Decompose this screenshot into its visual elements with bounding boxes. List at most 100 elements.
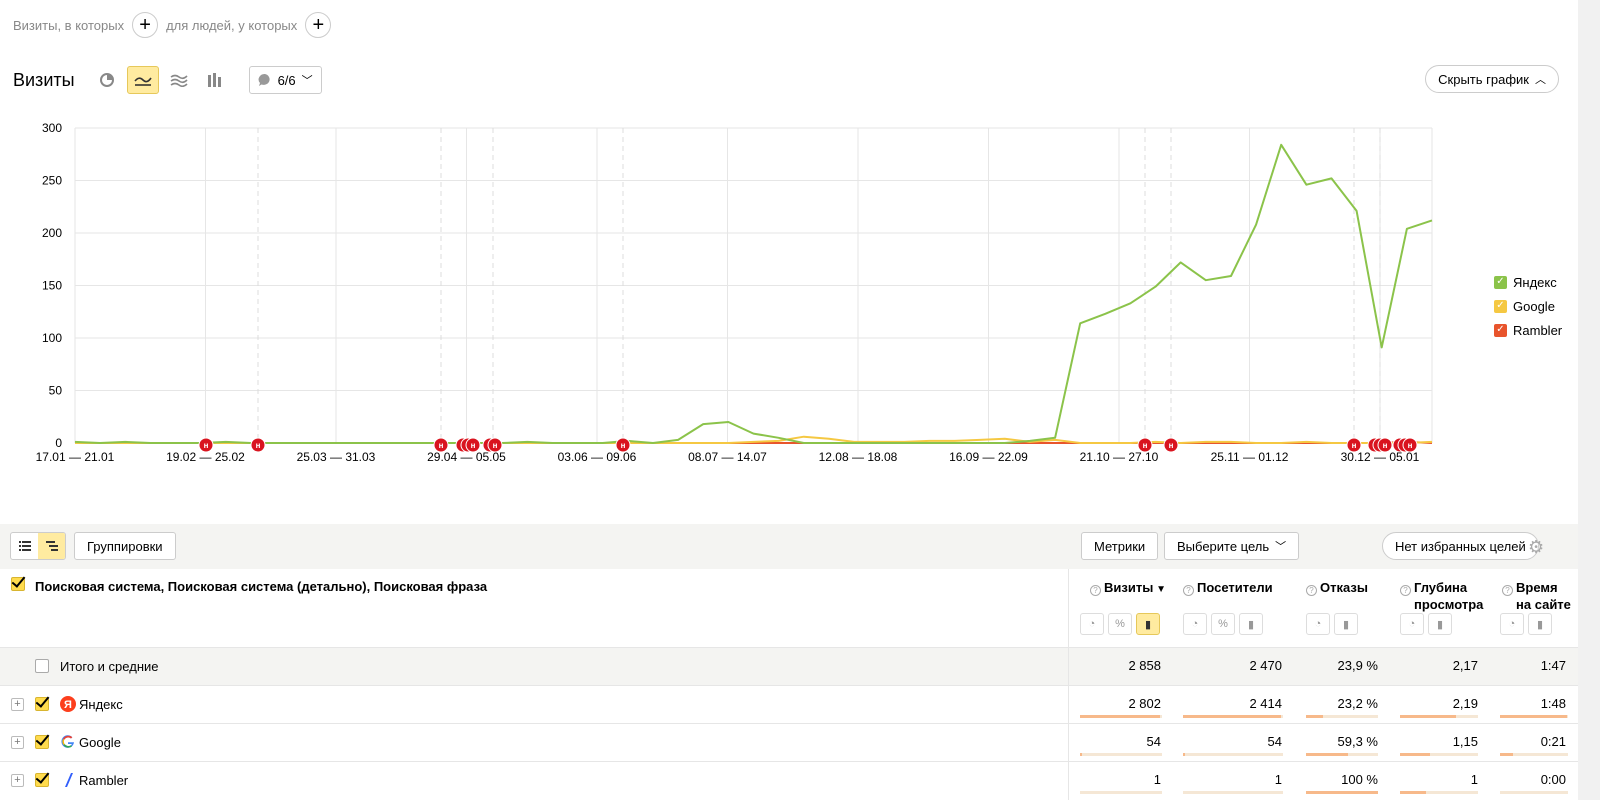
expand-icon[interactable]: + <box>11 774 24 787</box>
table-row[interactable]: + Google 54 54 59,3 % 1,15 0:21 <box>0 723 1578 761</box>
legend-checkbox[interactable] <box>1494 275 1507 289</box>
metric-value: 1 <box>1274 772 1282 787</box>
tree-view-button[interactable] <box>38 533 65 559</box>
favorite-goals-button[interactable]: Нет избранных целей <box>1382 532 1539 560</box>
total-label: Итого и средние <box>60 659 159 674</box>
hide-chart-button[interactable]: Скрыть график ︿ <box>1425 65 1559 93</box>
dimension-checkbox[interactable] <box>11 577 25 591</box>
legend-label: Яндекс <box>1513 274 1557 290</box>
expand-icon[interactable]: + <box>11 736 24 749</box>
scrollbar[interactable] <box>1578 0 1600 800</box>
metric-bar <box>1306 753 1378 756</box>
svg-text:Я: Я <box>64 699 72 711</box>
visits-filter-label: Визиты, в которых <box>13 17 125 33</box>
legend-item[interactable]: Rambler <box>1494 318 1562 342</box>
metric-bar-fill <box>1080 753 1082 756</box>
metric-value: 1 <box>1153 772 1161 787</box>
add-people-filter-button[interactable] <box>305 12 332 38</box>
metric-header[interactable]: ? Отказы <box>1306 579 1368 596</box>
help-icon[interactable]: ? <box>1400 585 1411 596</box>
bar-view-icon[interactable]: ▮ <box>1428 613 1452 635</box>
chevron-down-icon: ﹀ <box>301 75 313 87</box>
metric-header-label: Визиты <box>1104 580 1154 595</box>
row-label[interactable]: Яндекс <box>79 697 123 712</box>
metric-bar <box>1183 715 1283 718</box>
legend-item[interactable]: Google <box>1494 294 1562 318</box>
metric-header-label: Посетители <box>1197 580 1273 595</box>
annotation-marker-label: н <box>493 441 498 450</box>
expand-icon[interactable]: + <box>11 698 24 711</box>
area-chart-button[interactable] <box>163 66 195 94</box>
metric-bar <box>1080 791 1162 794</box>
bar-view-icon[interactable]: ▮ <box>1239 613 1263 635</box>
table-row[interactable]: + Rambler 1 1 100 % 1 0:00 <box>0 761 1578 799</box>
x-tick-label: 25.11 — 01.12 <box>1211 450 1289 464</box>
legend-checkbox[interactable] <box>1494 323 1507 337</box>
row-checkbox[interactable] <box>35 735 49 749</box>
legend-checkbox[interactable] <box>1494 299 1507 313</box>
help-icon[interactable]: ? <box>1502 585 1513 596</box>
metric-view-buttons: ◔% ▮ <box>1080 613 1160 635</box>
percent-view-icon[interactable]: % <box>1211 613 1235 635</box>
metric-header[interactable]: ? Глубина просмотра <box>1400 579 1483 613</box>
pie-view-icon[interactable]: ◔ <box>1500 613 1524 635</box>
metric-bar-fill <box>1306 753 1349 756</box>
help-icon[interactable]: ? <box>1090 585 1101 596</box>
row-checkbox[interactable] <box>35 697 49 711</box>
row-label[interactable]: Rambler <box>79 773 128 788</box>
pie-view-icon[interactable]: ◔ <box>1183 613 1207 635</box>
metric-value: 0:00 <box>1540 772 1566 787</box>
line-chart-icon <box>133 77 152 86</box>
row-checkbox[interactable] <box>35 773 49 787</box>
add-visits-filter-button[interactable] <box>132 12 159 38</box>
bar-view-icon[interactable]: ▮ <box>1528 613 1552 635</box>
metric-value: 54 <box>1267 734 1282 749</box>
table-row[interactable]: + Я Яндекс 2 802 2 414 23,2 % 2,19 1:48 <box>0 685 1578 723</box>
bar-chart-button[interactable] <box>199 66 231 94</box>
bar-view-icon[interactable]: ▮ <box>1136 613 1160 635</box>
metric-header[interactable]: ? Посетители <box>1183 579 1273 596</box>
select-goal-dropdown[interactable]: Выберите цель ﹀ <box>1164 532 1300 560</box>
metric-bar <box>1500 715 1568 718</box>
x-tick-label: 16.09 — 22.09 <box>949 450 1028 464</box>
pie-view-icon[interactable]: ◔ <box>1306 613 1330 635</box>
tree-icon <box>45 541 58 551</box>
metric-bar <box>1500 753 1568 756</box>
pie-chart-button[interactable] <box>91 66 123 94</box>
metric-bar-fill <box>1306 715 1323 718</box>
metric-header[interactable]: ? Время на сайте <box>1502 579 1571 613</box>
list-view-button[interactable] <box>11 533 38 559</box>
groupings-button[interactable]: Группировки <box>74 532 176 560</box>
percent-view-icon[interactable]: % <box>1108 613 1132 635</box>
metric-header-label: Время <box>1516 580 1558 595</box>
metric-header[interactable]: ? Визиты ▼ <box>1090 579 1166 598</box>
annotations-button[interactable]: 6/6 ﹀ <box>248 66 322 94</box>
total-checkbox[interactable] <box>35 659 49 673</box>
groupings-label: Группировки <box>87 538 163 554</box>
favorite-goals-label: Нет избранных целей <box>1395 538 1526 554</box>
bar-chart-icon <box>207 73 221 87</box>
metric-bar <box>1400 753 1478 756</box>
table-toolbar: Группировки Метрики Выберите цель ﹀ Нет … <box>0 524 1578 569</box>
annotation-marker-label: н <box>439 441 444 450</box>
metric-bar <box>1400 715 1478 718</box>
pie-view-icon[interactable]: ◔ <box>1400 613 1424 635</box>
metric-bar <box>1500 791 1568 794</box>
sort-desc-icon[interactable]: ▼ <box>1153 584 1166 595</box>
metric-bar-fill <box>1400 715 1457 718</box>
metrics-button[interactable]: Метрики <box>1081 532 1159 560</box>
pie-view-icon[interactable]: ◔ <box>1080 613 1104 635</box>
metric-header-label: на сайте <box>1516 597 1571 612</box>
page: Визиты, в которых для людей, у которых В… <box>0 0 1600 800</box>
help-icon[interactable]: ? <box>1183 585 1194 596</box>
bar-view-icon[interactable]: ▮ <box>1334 613 1358 635</box>
row-label[interactable]: Google <box>79 735 121 750</box>
metric-value: 1:48 <box>1540 696 1566 711</box>
area-chart-icon <box>170 74 188 87</box>
legend-item[interactable]: Яндекс <box>1494 270 1562 294</box>
metric-header-label: просмотра <box>1414 597 1484 612</box>
gear-icon[interactable]: ⚙ <box>1528 538 1546 556</box>
help-icon[interactable]: ? <box>1306 585 1317 596</box>
y-tick-label: 50 <box>49 384 63 398</box>
line-chart-button[interactable] <box>126 66 159 94</box>
